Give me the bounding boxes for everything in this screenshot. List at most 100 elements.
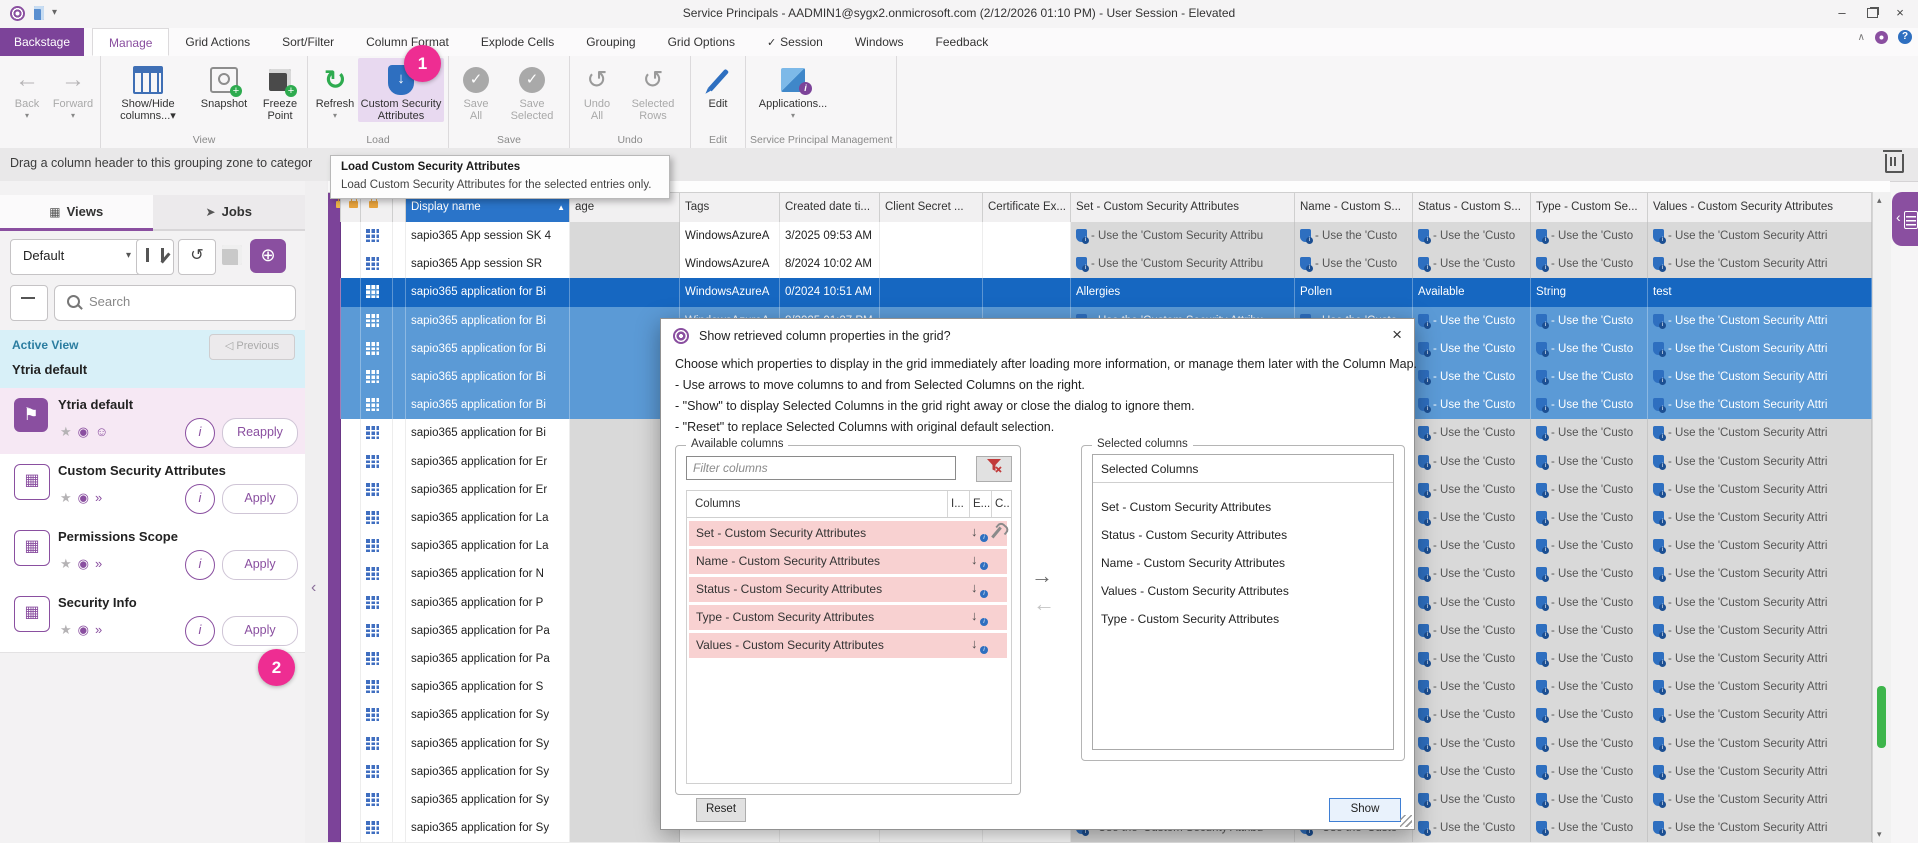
- available-column-row[interactable]: Type - Custom Security Attributes↓: [689, 605, 1007, 630]
- cell-b[interactable]: [393, 278, 406, 306]
- cell-values[interactable]: - Use the 'Custom Security Attri: [1648, 701, 1872, 729]
- cell-b[interactable]: [393, 222, 406, 250]
- selected-column-item[interactable]: Type - Custom Security Attributes: [1101, 605, 1381, 633]
- cell-client[interactable]: [880, 278, 983, 306]
- cell-b[interactable]: [393, 673, 406, 701]
- cell-band[interactable]: [328, 701, 341, 729]
- cell-icon[interactable]: [361, 673, 393, 701]
- cell-band[interactable]: [328, 391, 341, 419]
- reset-view-button[interactable]: ↺: [178, 239, 216, 275]
- cell-values[interactable]: - Use the 'Custom Security Attri: [1648, 504, 1872, 532]
- cell-a[interactable]: [341, 758, 361, 786]
- apply-view-button[interactable]: Apply: [222, 484, 298, 514]
- refresh-button[interactable]: ↻ Refresh▾: [312, 58, 358, 120]
- available-column-row[interactable]: Status - Custom Security Attributes↓: [689, 577, 1007, 602]
- cell-band[interactable]: [328, 673, 341, 701]
- cell-a[interactable]: [341, 560, 361, 588]
- cell-cert[interactable]: [983, 278, 1071, 306]
- cell-status[interactable]: - Use the 'Custo: [1413, 786, 1531, 814]
- cell-icon[interactable]: [361, 307, 393, 335]
- view-info-button[interactable]: i: [185, 484, 215, 514]
- cell-status[interactable]: - Use the 'Custo: [1413, 307, 1531, 335]
- minimize-button[interactable]: –: [1828, 2, 1856, 24]
- ytria-icon[interactable]: ◉: [78, 424, 95, 439]
- filter-views-button[interactable]: [10, 285, 48, 321]
- view-info-button[interactable]: i: [185, 616, 215, 646]
- cell-icon[interactable]: [361, 250, 393, 278]
- add-view-button[interactable]: ⊕: [250, 239, 286, 273]
- cell-icon[interactable]: [361, 560, 393, 588]
- cell-icon[interactable]: [361, 814, 393, 842]
- available-column-row[interactable]: Values - Custom Security Attributes↓: [689, 633, 1007, 658]
- grid-row[interactable]: sapio365 application for BiWindowsAzureA…: [328, 278, 1872, 307]
- cell-band[interactable]: [328, 730, 341, 758]
- cell-name[interactable]: sapio365 application for Pa: [406, 617, 570, 645]
- cell-band[interactable]: [328, 448, 341, 476]
- ytria-icon[interactable]: ◉: [78, 622, 95, 637]
- cell-b[interactable]: [393, 419, 406, 447]
- cell-icon[interactable]: [361, 645, 393, 673]
- cell-icon[interactable]: [361, 278, 393, 306]
- cell-name[interactable]: sapio365 App session SK 4: [406, 222, 570, 250]
- apply-view-button[interactable]: Apply: [222, 550, 298, 580]
- star-icon[interactable]: ★: [60, 556, 78, 571]
- selected-column-item[interactable]: Name - Custom Security Attributes: [1101, 549, 1381, 577]
- view-card-permissions-scope[interactable]: ▦Permissions Scope★◉»iApply: [0, 520, 305, 587]
- cell-band[interactable]: [328, 419, 341, 447]
- snapshot-button[interactable]: + Snapshot: [191, 58, 257, 110]
- cell-name[interactable]: sapio365 application for Bi: [406, 391, 570, 419]
- cell-values[interactable]: - Use the 'Custom Security Attri: [1648, 222, 1872, 250]
- cell-icon[interactable]: [361, 532, 393, 560]
- close-window-button[interactable]: ×: [1886, 2, 1914, 24]
- cell-client[interactable]: [880, 250, 983, 278]
- grid-row[interactable]: sapio365 App session SK 4WindowsAzureA3/…: [328, 222, 1872, 251]
- cell-status[interactable]: Available: [1413, 278, 1531, 306]
- cell-a[interactable]: [341, 645, 361, 673]
- cell-set[interactable]: - Use the 'Custom Security Attribu: [1071, 222, 1295, 250]
- cell-ctype[interactable]: - Use the 'Custo: [1531, 560, 1648, 588]
- cell-name[interactable]: sapio365 application for Sy: [406, 730, 570, 758]
- cell-icon[interactable]: [361, 758, 393, 786]
- cell-icon[interactable]: [361, 391, 393, 419]
- tab-windows[interactable]: Windows: [839, 28, 920, 56]
- reset-button[interactable]: Reset: [696, 798, 746, 822]
- cell-name[interactable]: sapio365 App session SR: [406, 250, 570, 278]
- view-info-button[interactable]: i: [185, 418, 215, 448]
- cell-name[interactable]: sapio365 application for Sy: [406, 814, 570, 842]
- cell-values[interactable]: test: [1648, 278, 1872, 306]
- cell-name[interactable]: sapio365 application for Bi: [406, 307, 570, 335]
- cell-tags[interactable]: WindowsAzureA: [680, 278, 780, 306]
- save-all-button[interactable]: ✓ SaveAll: [453, 58, 499, 122]
- cell-status[interactable]: - Use the 'Custo: [1413, 701, 1531, 729]
- star-icon[interactable]: ★: [60, 424, 78, 439]
- cell-b[interactable]: [393, 363, 406, 391]
- tab-manage[interactable]: Manage: [92, 28, 169, 56]
- tab-feedback[interactable]: Feedback: [920, 28, 1005, 56]
- cell-client[interactable]: [880, 222, 983, 250]
- show-button[interactable]: Show: [1329, 798, 1401, 822]
- cell-ctype[interactable]: - Use the 'Custo: [1531, 476, 1648, 504]
- cell-cert[interactable]: [983, 250, 1071, 278]
- column-header-cname[interactable]: Name - Custom S...: [1295, 193, 1413, 222]
- undo-selected-rows-button[interactable]: ↺ SelectedRows: [620, 58, 686, 122]
- cell-band[interactable]: [328, 307, 341, 335]
- cell-ctype[interactable]: - Use the 'Custo: [1531, 448, 1648, 476]
- cell-band[interactable]: [328, 222, 341, 250]
- cell-b[interactable]: [393, 786, 406, 814]
- tab-grouping[interactable]: Grouping: [570, 28, 651, 56]
- apply-view-button[interactable]: Apply: [222, 616, 298, 646]
- cell-page[interactable]: [570, 222, 680, 250]
- eye-icon[interactable]: [1875, 31, 1888, 44]
- cell-status[interactable]: - Use the 'Custo: [1413, 532, 1531, 560]
- cell-values[interactable]: - Use the 'Custom Security Attri: [1648, 673, 1872, 701]
- cell-b[interactable]: [393, 391, 406, 419]
- cell-band[interactable]: [328, 476, 341, 504]
- cell-band[interactable]: [328, 504, 341, 532]
- star-icon[interactable]: ★: [60, 490, 78, 505]
- help-icon[interactable]: ?: [1898, 30, 1912, 44]
- selected-column-item[interactable]: Set - Custom Security Attributes: [1101, 493, 1381, 521]
- cell-b[interactable]: [393, 335, 406, 363]
- cell-band[interactable]: [328, 645, 341, 673]
- cell-a[interactable]: [341, 786, 361, 814]
- cell-a[interactable]: [341, 814, 361, 842]
